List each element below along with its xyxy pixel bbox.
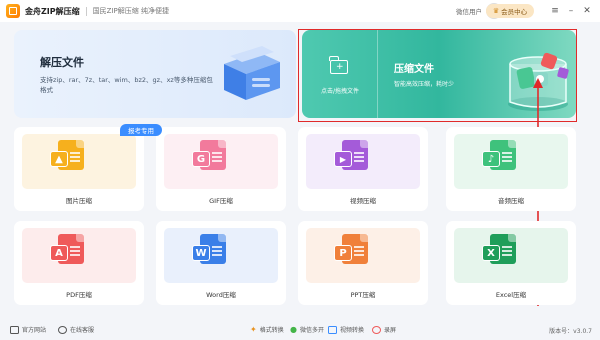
word-file-icon: W [192,234,226,264]
card-pdf-compress[interactable]: A PDF压缩 [14,221,144,305]
monitor-icon [10,325,19,334]
extract-title: 解压文件 [40,56,84,69]
card-label: 图片压缩 [66,197,92,205]
screen-record-label: 录屏 [384,327,397,334]
minimize-button[interactable]: – [564,4,578,18]
archive-box-icon [224,46,280,100]
card-ppt-compress[interactable]: P PPT压缩 [298,221,428,305]
image-file-icon: ▲ [50,140,84,170]
video-file-icon: ▶ [334,140,368,170]
version-label: 版本号：v3.0.7 [549,328,592,335]
user-name[interactable]: 微信用户 [456,6,482,16]
extract-description: 支持zip、rar、7z、tar、wim、bz2、gz、xz等多种压缩包格式 [40,76,213,94]
highlight-rectangle [298,29,577,122]
official-website-label: 官方网站 [22,327,47,334]
vip-center-button[interactable]: ♛ 会员中心 [486,4,534,18]
card-label: Excel压缩 [495,291,527,299]
headset-icon [58,325,67,334]
card-label: 视频压缩 [350,197,376,205]
card-label: GIF压缩 [209,197,233,205]
app-logo-icon [6,4,20,18]
menu-icon: ≡ [551,6,559,16]
record-icon [372,325,381,334]
format-convert-icon: ✦ [250,324,257,334]
card-word-compress[interactable]: W Word压缩 [156,221,286,305]
format-convert-link[interactable]: ✦ 格式转换 [250,325,284,334]
menu-button[interactable]: ≡ [548,4,562,18]
video-convert-link[interactable]: 视频转换 [328,325,364,334]
official-website-link[interactable]: 官方网站 [10,325,46,334]
title-bar: 金舟ZIP解压缩 国民ZIP解压缩 纯净便捷 微信用户 ♛ 会员中心 ≡ – ✕ [0,0,600,22]
minimize-icon: – [568,6,574,16]
vip-center-label: 会员中心 [501,8,528,16]
close-button[interactable]: ✕ [580,4,594,18]
pdf-file-icon: A [50,234,84,264]
wechat-icon: ● [290,324,297,334]
video-convert-label: 视频转换 [340,327,365,334]
app-slogan: 国民ZIP解压缩 纯净便捷 [92,7,169,15]
video-convert-icon [328,325,337,334]
format-convert-label: 格式转换 [259,327,284,334]
online-support-link[interactable]: 在线客服 [58,325,94,334]
wechat-multi-link[interactable]: ● 微信多开 [290,325,324,334]
audio-file-icon: ♪ [482,140,516,170]
close-icon: ✕ [583,6,591,16]
card-label: Word压缩 [206,291,236,299]
gif-file-icon: G [192,140,226,170]
online-support-label: 在线客服 [70,327,95,334]
footer-bar: 官方网站 在线客服 ✦ 格式转换 ● 微信多开 视频转换 录屏 版本号：v3.0… [0,320,600,340]
card-excel-compress[interactable]: X Excel压缩 [446,221,576,305]
card-label: 音频压缩 [498,197,524,205]
card-label: PPT压缩 [350,291,376,299]
card-label: PDF压缩 [66,291,92,299]
app-name: 金舟ZIP解压缩 [25,6,80,16]
wechat-multi-label: 微信多开 [299,327,324,334]
exam-badge: 报考专用 [120,124,162,136]
card-image-compress[interactable]: ▲ 图片压缩 [14,127,144,211]
crown-icon: ♛ [492,7,500,15]
card-audio-compress[interactable]: ♪ 音频压缩 [446,127,576,211]
card-video-compress[interactable]: ▶ 视频压缩 [298,127,428,211]
title-divider [85,6,87,16]
ppt-file-icon: P [334,234,368,264]
extract-files-panel[interactable]: 解压文件 支持zip、rar、7z、tar、wim、bz2、gz、xz等多种压缩… [14,30,296,118]
excel-file-icon: X [482,234,516,264]
card-gif-compress[interactable]: G GIF压缩 [156,127,286,211]
screen-record-link[interactable]: 录屏 [372,325,396,334]
